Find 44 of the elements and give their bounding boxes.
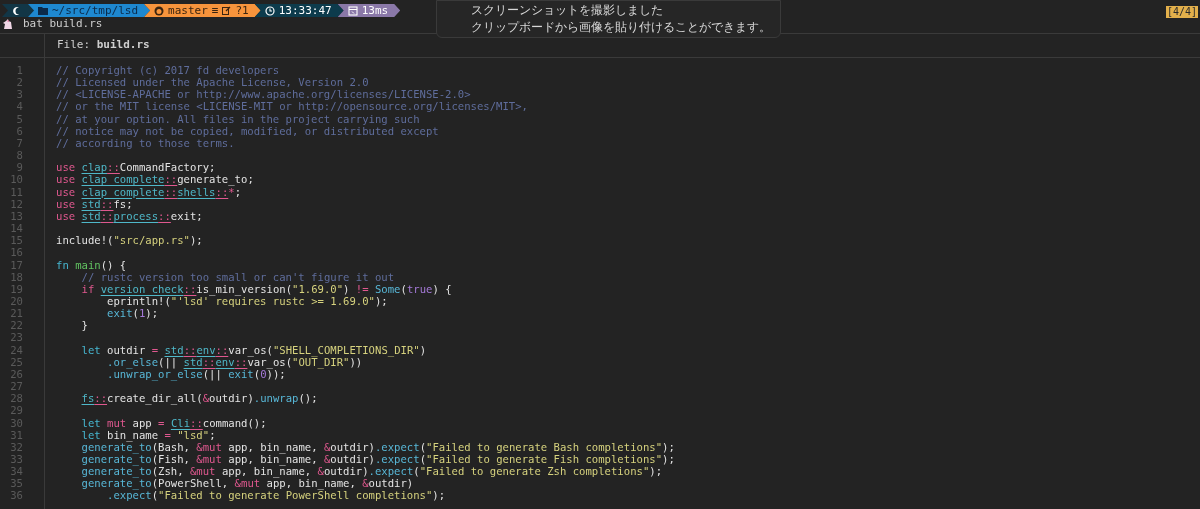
code-line: generate_to(Fish, &mut app, bin_name, &outdir).expect("Failed to generate Fish completions");: [80, 453, 675, 466]
code-line: let mut app = Cli::command();: [80, 416, 267, 429]
code-line: // Licensed under the Apache License, Version 2.0: [56, 76, 369, 89]
code-line: fn main() {: [56, 258, 127, 271]
code-line: include!("src/app.rs");: [56, 234, 203, 247]
file-header: File: build.rs: [56, 37, 150, 54]
code-line: // notice may not be copied, modified, or distributed except: [56, 124, 439, 137]
folder-icon: [38, 6, 48, 15]
code-line: generate_to(Bash, &mut app, bin_name, &outdir).expect("Failed to generate Bash completions");: [80, 440, 675, 453]
git-status-text: ?1: [235, 5, 249, 16]
timer-icon: [347, 5, 358, 16]
code-line: generate_to(PowerShell, &mut app, bin_name, &outdir): [80, 477, 414, 490]
code-line: use clap_complete::generate_to;: [56, 173, 254, 186]
code-line: use clap_complete::shells::*;: [56, 185, 242, 198]
code-line: // rustc version too small or can't figure it out: [80, 270, 395, 283]
code-line: // or the MIT license <LICENSE-MIT or http://opensource.org/licenses/MIT>,: [56, 100, 528, 113]
prompt-segment-text: ~/src/tmp/lsd: [52, 5, 139, 16]
code-line: }: [80, 319, 88, 332]
code-line: if version_check::is_min_version("1.69.0") != Some(true) {: [80, 282, 452, 295]
code-line: // <LICENSE-APACHE or http://www.apache.org/licenses/LICENSE-2.0>: [56, 88, 471, 101]
code-line: .or_else(|| std::env::var_os("OUT_DIR")): [106, 355, 363, 368]
code-line: // Copyright (c) 2017 fd developers: [56, 64, 280, 77]
code-line: use std::process::exit;: [56, 209, 203, 223]
notification-text: クリップボードから画像を貼り付けることができます。: [471, 20, 772, 35]
code-line: exit(1);: [106, 307, 159, 320]
prompt-segment-text: 13:33:47: [278, 5, 332, 16]
code-line: use clap::CommandFactory;: [56, 161, 216, 174]
moon-icon: [12, 5, 22, 16]
code-line: // according to those terms.: [56, 136, 235, 150]
command-text: bat build.rs: [23, 16, 103, 32]
code-line: fs::create_dir_all(&outdir).unwrap();: [80, 392, 318, 405]
notification-text: スクリーンショットを撮影しました: [471, 3, 664, 18]
code-line: // at your option. All files in the project carrying such: [56, 112, 420, 125]
pane-badge: [4/4]: [1165, 6, 1198, 18]
git-stash-glyph: ≡: [211, 5, 219, 16]
code-line: .expect("Failed to generate PowerShell completions");: [107, 489, 446, 502]
code-line: let bin_name = "lsd";: [80, 428, 216, 441]
edit-icon: [222, 6, 232, 15]
prompt-segment-text: 13ms: [361, 5, 389, 16]
code-line: .unwrap_or_else(|| exit(0));: [106, 367, 286, 381]
code-line: generate_to(Zsh, &mut app, bin_name, &outdir).expect("Failed to generate Zsh completions");: [80, 465, 663, 478]
prompt-segment-text: master: [168, 5, 208, 16]
clock-icon: [264, 5, 275, 16]
code-line: let outdir = std::env::var_os("SHELL_COMPLETIONS_DIR"): [80, 343, 427, 356]
